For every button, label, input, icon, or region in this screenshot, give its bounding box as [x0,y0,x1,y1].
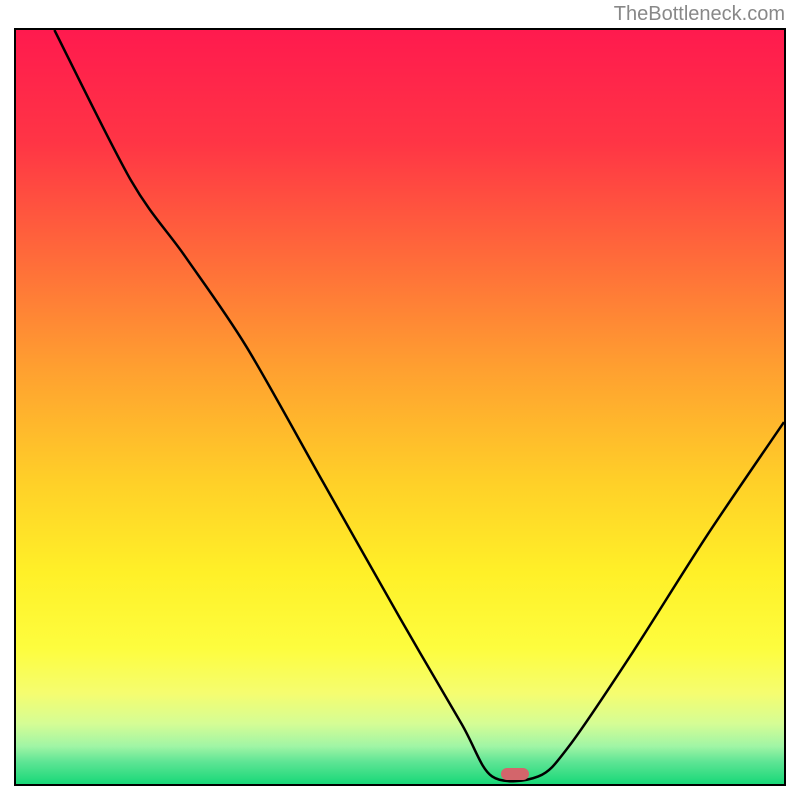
chart-container [14,28,786,786]
optimal-point-marker [501,768,529,780]
bottleneck-curve [16,30,784,784]
watermark-text: TheBottleneck.com [614,3,785,26]
